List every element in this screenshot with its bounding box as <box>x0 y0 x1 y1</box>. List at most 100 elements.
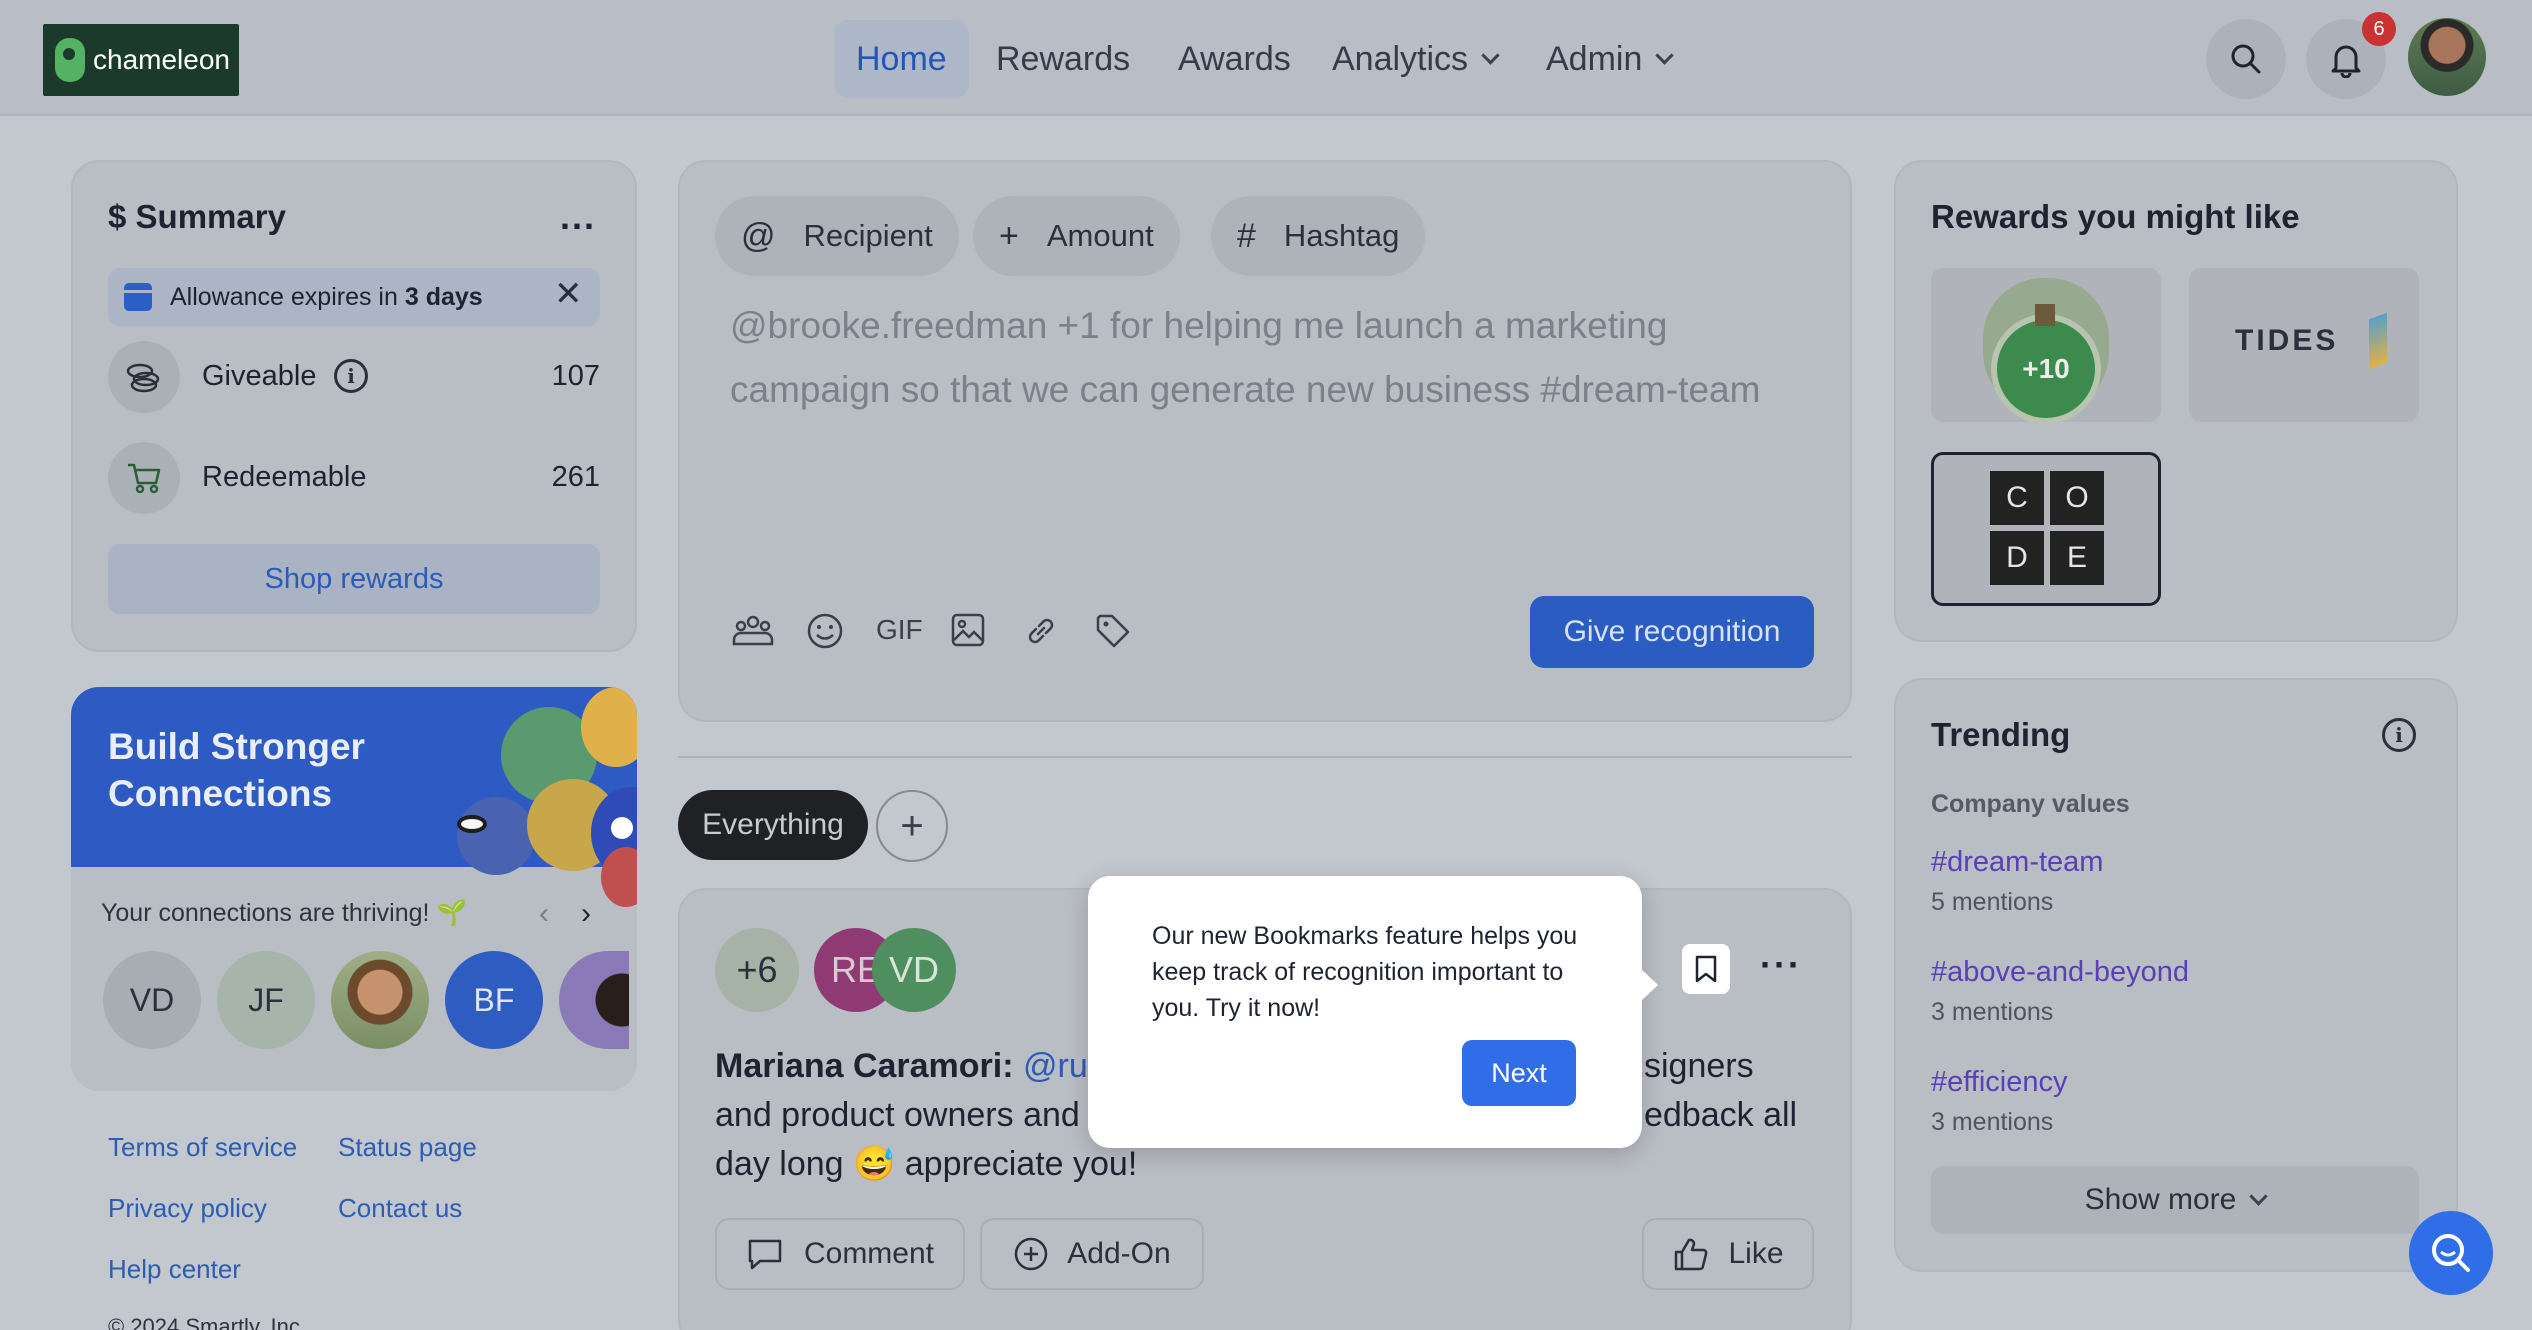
connection-avatar-photo[interactable] <box>331 951 429 1049</box>
connection-avatar[interactable]: JF <box>217 951 315 1049</box>
add-on-button[interactable]: Add-On <box>980 1218 1204 1290</box>
help-search-fab[interactable] <box>2409 1211 2493 1295</box>
placeholder-line: @brooke.freedman +1 for helping me launc… <box>730 305 1668 346</box>
user-avatar[interactable] <box>2408 18 2486 96</box>
trending-title: Trending <box>1931 716 2071 753</box>
placeholder-line: campaign so that we can generate new bus… <box>730 369 1761 410</box>
nav-rewards-label: Rewards <box>996 39 1131 78</box>
plus-icon: + <box>999 216 1019 255</box>
tides-logo-mark <box>2369 312 2387 370</box>
nav-admin-label: Admin <box>1546 39 1643 78</box>
reward-tile-selected[interactable]: C O D E <box>1931 452 2161 606</box>
calendar-icon <box>124 283 152 311</box>
recipient-button[interactable]: @ Recipient <box>715 196 959 276</box>
connections-subtitle: Your connections are thriving! 🌱 <box>101 899 468 927</box>
bookmark-icon <box>1695 955 1717 983</box>
chameleon-logo[interactable]: chameleon <box>43 24 239 96</box>
summary-more-button[interactable]: ... <box>560 196 596 238</box>
logo-text: chameleon <box>93 44 230 75</box>
post-more-button[interactable]: ··· <box>1760 944 1802 986</box>
post-text-line: day long 😅 appreciate you! <box>715 1145 1138 1183</box>
info-icon[interactable]: i <box>334 359 368 393</box>
give-recognition-button[interactable]: Give recognition <box>1530 596 1814 668</box>
trending-hashtag[interactable]: #dream-team <box>1931 846 2103 879</box>
contact-link[interactable]: Contact us <box>338 1193 462 1224</box>
mention-count: 3 mentions <box>1931 998 2054 1026</box>
privacy-link[interactable]: Privacy policy <box>108 1193 267 1224</box>
cart-icon <box>108 442 180 514</box>
connections-title: Build Stronger Connections <box>108 726 365 814</box>
nav-awards-label: Awards <box>1178 39 1291 78</box>
hashtag-button[interactable]: # Hashtag <box>1211 196 1426 276</box>
recipient-label: Recipient <box>803 218 933 253</box>
avatar-initials: VD <box>888 949 939 990</box>
mention-count: 3 mentions <box>1931 1108 2054 1136</box>
status-page-link[interactable]: Status page <box>338 1132 477 1163</box>
link-icon[interactable] <box>1022 612 1060 659</box>
recognition-textarea[interactable]: @brooke.freedman +1 for helping me launc… <box>730 294 1810 422</box>
comment-button[interactable]: Comment <box>715 1218 965 1290</box>
trending-subtitle: Company values <box>1931 790 2130 818</box>
nav-awards[interactable]: Awards <box>1156 20 1313 98</box>
search-icon <box>2231 44 2261 74</box>
redeemable-label: Redeemable <box>202 461 367 493</box>
tooltip-next-button[interactable]: Next <box>1462 1040 1576 1106</box>
code-letter: E <box>2050 531 2104 585</box>
trending-hashtag[interactable]: #above-and-beyond <box>1931 956 2189 989</box>
shop-rewards-button[interactable]: Shop rewards <box>108 544 600 614</box>
filter-everything-tab[interactable]: Everything <box>678 790 868 860</box>
connection-avatar[interactable]: BF <box>445 951 543 1049</box>
nav-analytics[interactable]: Analytics <box>1310 20 1519 98</box>
amount-button[interactable]: + Amount <box>973 196 1180 276</box>
emoji-icon[interactable] <box>806 612 844 659</box>
show-more-button[interactable]: Show more <box>1931 1166 2419 1234</box>
connection-avatar-photo[interactable] <box>559 951 629 1049</box>
post-author[interactable]: Mariana Caramori: <box>715 1047 1014 1085</box>
trending-hashtag[interactable]: #efficiency <box>1931 1066 2068 1099</box>
avatar-initials: VD <box>129 981 175 1018</box>
connections-card[interactable]: Build Stronger Connections Your connecti… <box>71 687 637 1091</box>
gif-button[interactable]: GIF <box>876 614 923 646</box>
post-text-fragment: signers <box>1644 1047 1754 1085</box>
show-more-label: Show more <box>2084 1183 2237 1216</box>
chevron-right-icon[interactable]: › <box>581 897 591 931</box>
image-icon[interactable] <box>950 612 986 657</box>
chevron-left-icon[interactable]: ‹ <box>539 897 549 931</box>
people-icon[interactable] <box>732 612 774 657</box>
like-button[interactable]: Like <box>1642 1218 1814 1290</box>
bell-icon <box>2331 45 2361 78</box>
bookmark-button[interactable] <box>1682 944 1730 994</box>
hashtag-label: Hashtag <box>1283 218 1400 253</box>
nav-home-label: Home <box>856 39 947 78</box>
potion-icon: +10 <box>1991 314 2101 424</box>
nav-home[interactable]: Home <box>834 20 969 98</box>
terms-link[interactable]: Terms of service <box>108 1132 297 1163</box>
redeemable-value: 261 <box>551 461 600 493</box>
code-letter: C <box>1990 471 2044 525</box>
at-icon: @ <box>741 216 776 255</box>
reward-tile[interactable]: +10 <box>1931 268 2161 424</box>
close-icon[interactable]: ✕ <box>554 274 583 314</box>
recipient-avatar[interactable]: VD <box>872 928 956 1012</box>
tides-logo: TIDES <box>2235 324 2339 357</box>
tag-icon[interactable] <box>1094 612 1132 659</box>
allowance-banner: Allowance expires in 3 days <box>108 268 600 326</box>
reward-tile[interactable]: TIDES <box>2189 268 2419 422</box>
search-button[interactable] <box>2206 19 2286 99</box>
avatar-initials: BF <box>473 981 515 1018</box>
emoji-face-illustration <box>601 847 637 907</box>
nav-rewards[interactable]: Rewards <box>974 20 1152 98</box>
rewards-title: Rewards you might like <box>1931 198 2300 235</box>
code-letter: D <box>1990 531 2044 585</box>
connection-avatar[interactable]: VD <box>103 951 201 1049</box>
coins-icon <box>108 341 180 413</box>
info-icon[interactable]: i <box>2382 718 2416 752</box>
post-text-fragment: edback all <box>1644 1096 1798 1134</box>
help-center-link[interactable]: Help center <box>108 1254 241 1285</box>
points-badge: +6 <box>715 928 799 1012</box>
chameleon-logo-icon <box>55 38 85 82</box>
add-filter-button[interactable]: + <box>876 790 948 862</box>
chevron-down-icon <box>1481 45 1500 65</box>
nav-admin[interactable]: Admin <box>1524 20 1693 98</box>
comment-label: Comment <box>803 1237 935 1270</box>
